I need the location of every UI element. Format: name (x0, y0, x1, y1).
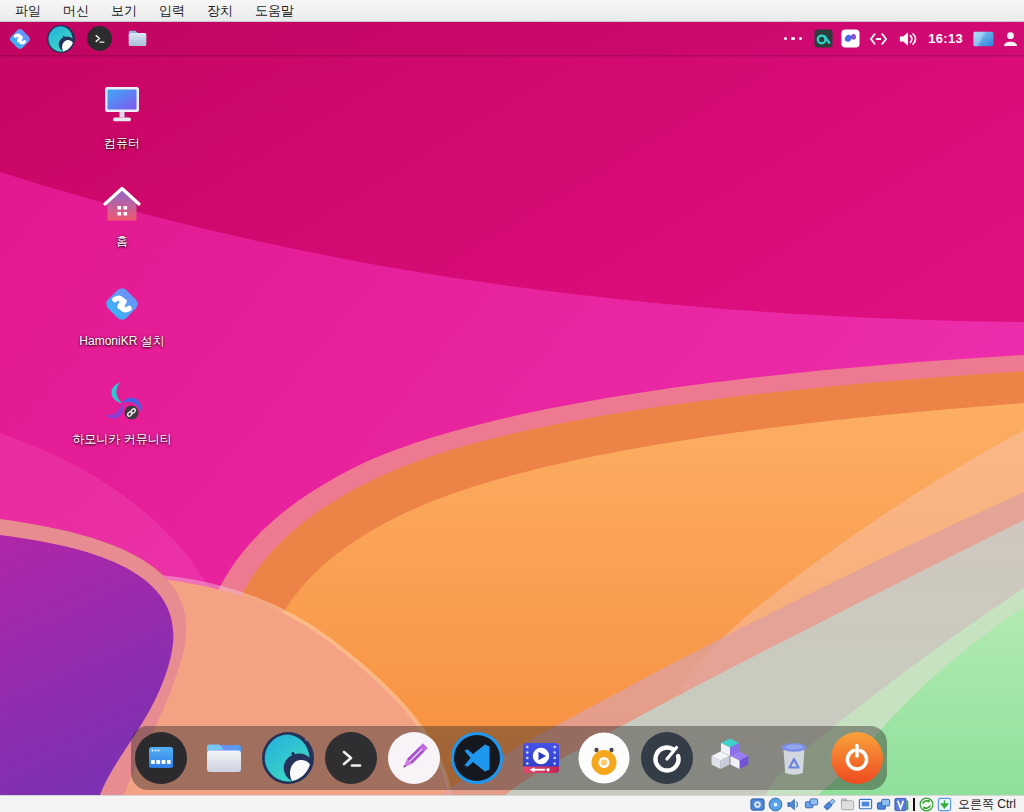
tray-overflow-icon[interactable] (780, 37, 807, 41)
video-player-icon[interactable] (515, 732, 567, 784)
terminal-panel-icon[interactable] (87, 26, 112, 51)
audio-status-icon[interactable] (786, 797, 801, 812)
menu-view[interactable]: 보기 (100, 0, 148, 22)
trash-icon[interactable] (768, 732, 820, 784)
display-status-icon[interactable] (858, 797, 873, 812)
whale-browser-icon[interactable] (262, 732, 314, 784)
power-icon[interactable] (831, 732, 883, 784)
desktop-icon-label: 컴퓨터 (104, 135, 140, 152)
top-panel: 16:13 (0, 22, 1024, 55)
app-launcher-icon[interactable] (135, 732, 187, 784)
menu-machine[interactable]: 머신 (52, 0, 100, 22)
system-monitor-icon[interactable] (641, 732, 693, 784)
hamonikr-installer-icon (98, 280, 146, 328)
optical-status-icon[interactable] (768, 797, 783, 812)
volume-tray-icon[interactable] (897, 29, 918, 49)
clock[interactable]: 16:13 (926, 31, 965, 46)
audio-recorder-icon[interactable] (578, 732, 630, 784)
user-tray-icon[interactable] (1002, 30, 1019, 47)
computer-icon (98, 82, 146, 130)
menu-file[interactable]: 파일 (4, 0, 52, 22)
vscode-icon[interactable] (451, 732, 503, 784)
network-tray-icon[interactable] (868, 29, 889, 49)
desktop-icon-computer[interactable]: 컴퓨터 (72, 82, 172, 152)
virtualbox-window: 파일 머신 보기 입력 장치 도움말 (0, 0, 1024, 812)
menu-devices[interactable]: 장치 (196, 0, 244, 22)
hamonikr-community-icon (98, 378, 146, 426)
whale-browser-panel-icon[interactable] (47, 25, 75, 53)
recording-status-icon[interactable] (876, 797, 891, 812)
desktop-icon-home[interactable]: 홈 (72, 180, 172, 250)
statusbar-caret (913, 798, 915, 811)
vm-features-status-icon[interactable] (894, 797, 909, 812)
network-status-icon[interactable] (804, 797, 819, 812)
display-tray-icon[interactable] (973, 31, 994, 47)
nimf-input-tray-icon[interactable] (841, 29, 860, 48)
desktop-icon-label: 홈 (116, 233, 128, 250)
menu-help[interactable]: 도움말 (244, 0, 305, 22)
mouse-integration-status-icon[interactable] (919, 797, 934, 812)
desktop-icon-community[interactable]: 하모니카 커뮤니티 (72, 378, 172, 448)
vbox-menubar: 파일 머신 보기 입력 장치 도움말 (0, 0, 1024, 22)
host-key-label: 오른쪽 Ctrl (958, 796, 1016, 812)
shared-folders-status-icon[interactable] (840, 797, 855, 812)
dock (131, 726, 887, 790)
text-editor-icon[interactable] (388, 732, 440, 784)
vbox-statusbar: 오른쪽 Ctrl (0, 795, 1024, 812)
menu-input[interactable]: 입력 (148, 0, 196, 22)
usb-status-icon[interactable] (822, 797, 837, 812)
file-manager-icon[interactable] (198, 732, 250, 784)
desktop-icon-installer[interactable]: HamoniKR 설치 (72, 280, 172, 350)
keyboard-capture-status-icon[interactable] (937, 797, 952, 812)
desktop-icon-label: 하모니카 커뮤니티 (72, 431, 171, 448)
home-icon (98, 180, 146, 228)
hamonikr-menu-icon[interactable] (5, 24, 35, 54)
hdd-status-icon[interactable] (750, 797, 765, 812)
terminal-icon[interactable] (325, 732, 377, 784)
files-panel-icon[interactable] (124, 25, 151, 52)
software-cubes-icon[interactable] (704, 732, 756, 784)
desktop-icon-label: HamoniKR 설치 (79, 333, 164, 350)
vm-screen: 16:13 (0, 22, 1024, 795)
alpha-agent-tray-icon[interactable] (814, 29, 833, 48)
